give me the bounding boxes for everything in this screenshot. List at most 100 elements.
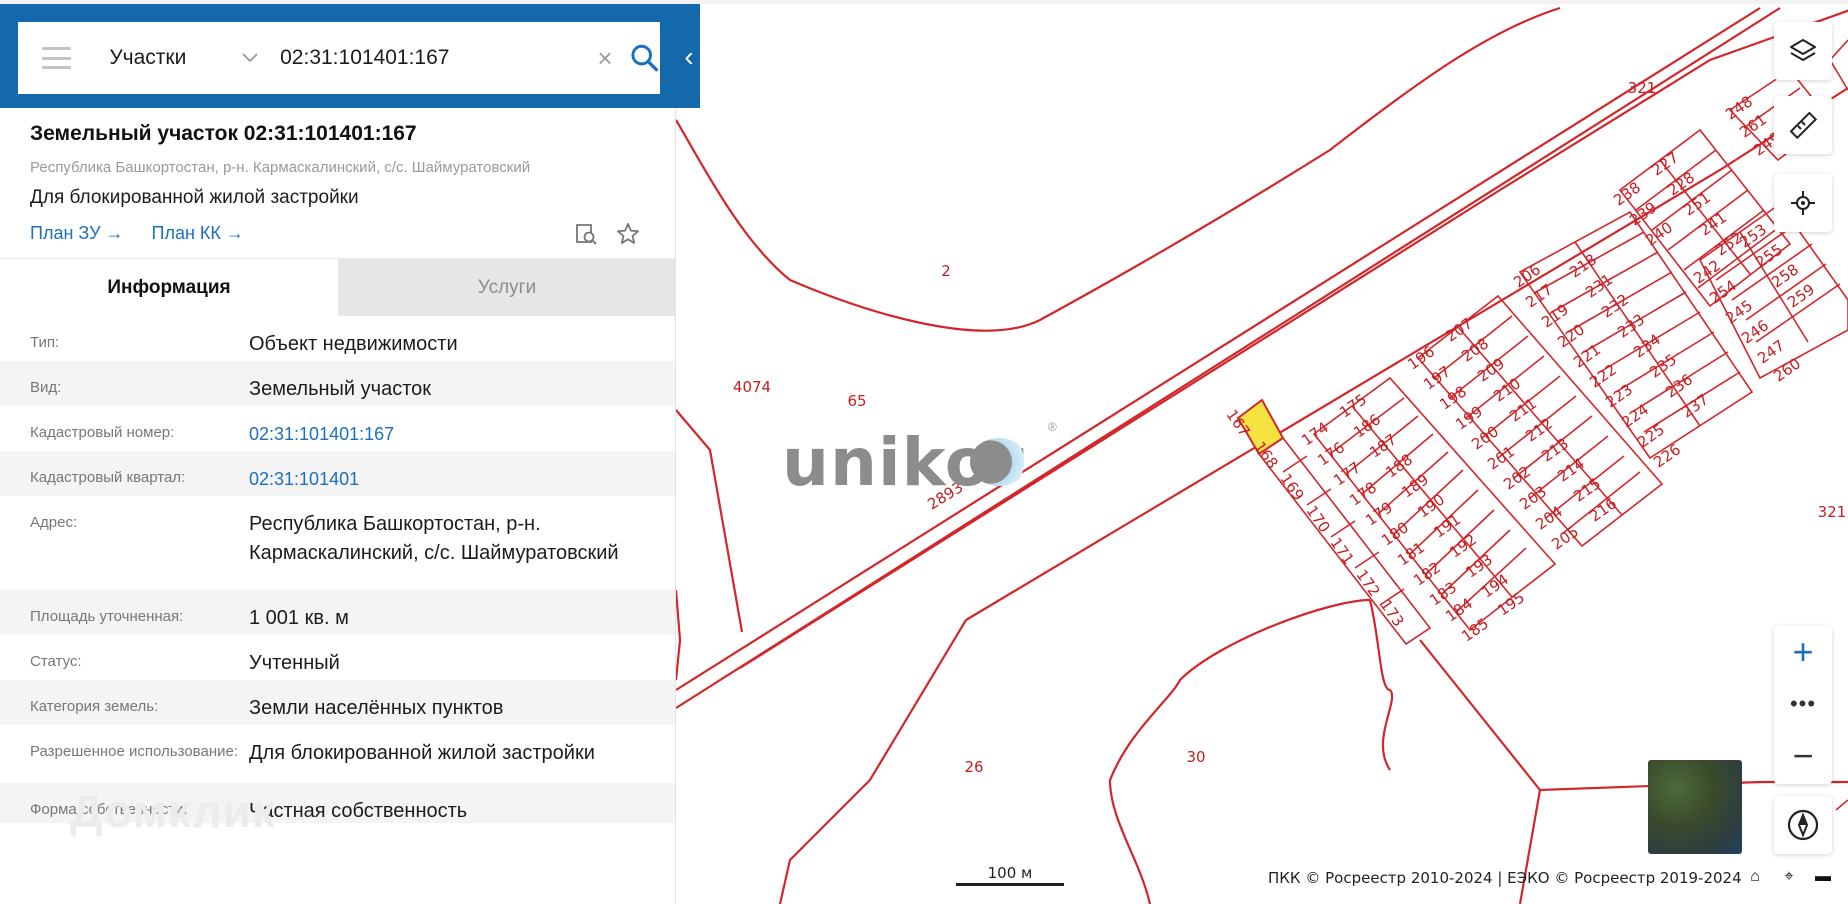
parcel-number-label: 65 <box>847 392 866 410</box>
zoom-out-button[interactable]: − <box>1774 730 1832 782</box>
parcel-number-label: 169 <box>1277 470 1308 504</box>
info-key: Вид: <box>30 379 62 396</box>
parcel-number-label: 170 <box>1303 502 1334 536</box>
info-value: Частная собственность <box>249 800 468 822</box>
road-boundary-3 <box>739 9 1848 669</box>
plan-kk-link[interactable]: План КК → <box>152 223 244 244</box>
info-row: Вид: Земельный участок <box>0 361 675 406</box>
search-block: Участки 02:31:101401:167 × <box>0 4 700 108</box>
info-value[interactable]: 02:31:101401:167 <box>249 406 646 449</box>
info-value: Республика Башкортостан, р-н. Кармаскали… <box>249 513 619 564</box>
parcel-number-label: 205 <box>1548 522 1582 553</box>
zoom-controls: + ••• − <box>1774 626 1832 784</box>
bottom-toolbar: ⌂ ⌖ ▬ <box>1744 868 1834 886</box>
info-key: Тип: <box>30 334 60 351</box>
parcel-number-label: 30 <box>1186 748 1205 766</box>
info-key: Кадастровый квартал: <box>30 469 186 486</box>
info-row: Кадастровый номер: 02:31:101401:167 <box>0 406 675 451</box>
info-value: Объект недвижимости <box>249 333 458 355</box>
road-boundary-4 <box>965 87 1848 621</box>
info-value: 1 001 кв. м <box>249 607 349 629</box>
info-row: Кадастровый квартал: 02:31:101401 <box>0 451 675 496</box>
parcel-header: Земельный участок 02:31:101401:167 Респу… <box>30 122 650 246</box>
info-value[interactable]: 02:31:101401 <box>249 451 646 494</box>
parcel-right-bottom <box>1835 799 1848 811</box>
more-button[interactable]: ••• <box>1774 678 1832 730</box>
info-row: Площадь уточненная: 1 001 кв. м <box>0 590 675 635</box>
parcel-number-label: 321 <box>1628 79 1657 97</box>
plan-zu-link[interactable]: План ЗУ → <box>30 223 124 244</box>
map-attribution: ПКК © Росреестр 2010-2024 | ЕЭКО © Росре… <box>1268 869 1742 887</box>
parcel-number-label: 2 <box>941 262 951 280</box>
compass-icon <box>1787 809 1819 841</box>
ruler-icon <box>1789 111 1818 140</box>
measure-button[interactable] <box>1774 96 1832 154</box>
app: 2 4074 65 2893 26 30 321 321 167 168 169 170 171 172 1… <box>0 0 1848 904</box>
layers-icon <box>1790 39 1816 61</box>
info-key: Разрешенное использование: <box>30 743 238 760</box>
parcel-left-edge <box>674 589 682 681</box>
crosshair-icon <box>1791 191 1815 215</box>
parcel-address: Республика Башкортостан, р-н. Кармаскали… <box>30 159 531 176</box>
info-row: Категория земель: Земли населённых пункто… <box>0 680 675 725</box>
favorite-star-icon[interactable] <box>616 222 640 246</box>
info-row: Статус: Учтенный <box>0 635 675 680</box>
tab-services[interactable]: Услуги <box>338 259 675 316</box>
fullscreen-icon[interactable]: ▬ <box>1812 868 1834 886</box>
zoom-in-button[interactable]: + <box>1774 626 1832 678</box>
preview-document-icon[interactable] <box>574 222 598 246</box>
parcel-right-edge <box>1829 39 1848 91</box>
parcel-number-label: 173 <box>1377 596 1408 630</box>
info-row: Разрешенное использование: Для блокирован… <box>0 725 675 783</box>
info-key: Категория земель: <box>30 698 159 715</box>
info-value: Земли населённых пунктов <box>249 697 504 719</box>
info-key: Адрес: <box>30 514 78 531</box>
search-icon[interactable] <box>629 42 660 74</box>
scale-bar <box>956 883 1064 886</box>
search-type-select[interactable]: Участки <box>109 46 226 70</box>
info-key: Кадастровый номер: <box>30 424 175 441</box>
home-icon[interactable]: ⌂ <box>1744 868 1766 886</box>
layers-button[interactable] <box>1774 22 1832 80</box>
parcel-4074-boundary <box>675 409 744 633</box>
info-value: Земельный участок <box>249 378 432 400</box>
close-icon[interactable]: × <box>593 45 616 71</box>
info-key: Площадь уточненная: <box>30 608 184 625</box>
info-key: Статус: <box>30 653 82 670</box>
compass-button[interactable] <box>1774 796 1832 854</box>
crosshair-small-icon[interactable]: ⌖ <box>1778 868 1800 886</box>
info-value: Для блокированной жилой застройки <box>249 742 595 764</box>
chevron-down-icon[interactable] <box>241 48 261 68</box>
info-tabs: Информация Услуги <box>0 258 675 316</box>
unikor-watermark-dot <box>970 438 1028 486</box>
parcel-number-label: 226 <box>1650 440 1684 471</box>
menu-icon[interactable] <box>42 47 72 69</box>
tab-info[interactable]: Информация <box>0 259 338 316</box>
parcel-number-label: 4074 <box>733 378 771 396</box>
parcel-number-label: 26 <box>964 758 983 776</box>
locate-button[interactable] <box>1774 174 1832 232</box>
info-value: Учтенный <box>249 652 340 674</box>
parcel-number-label: 240 <box>1642 218 1676 249</box>
parcel-title: Земельный участок 02:31:101401:167 <box>30 122 417 145</box>
info-row: Адрес: Республика Башкортостан, р-н. Карм… <box>0 496 675 590</box>
parcel-number-label: 321 <box>1818 503 1847 521</box>
parcel-30-right <box>1368 599 1394 771</box>
info-table: Тип: Объект недвижимости Вид: Земельный уча… <box>0 316 675 823</box>
parcel-number-label: 237 <box>1678 390 1712 421</box>
parcel-30-boundary <box>1108 598 1371 904</box>
parcel-number-label: 259 <box>1784 280 1818 311</box>
parcel-number-label: 171 <box>1327 534 1358 568</box>
header-actions <box>574 222 640 246</box>
unikor-registered-mark: ® <box>1048 420 1057 434</box>
parcel-2-boundary <box>675 6 1561 332</box>
parcel-purpose: Для блокированной жилой застройки <box>30 187 359 208</box>
collapse-panel-icon[interactable]: ‹ <box>678 38 700 76</box>
parcel-number-label: 185 <box>1458 614 1492 645</box>
scale-label: 100 м <box>987 864 1033 882</box>
info-row: Тип: Объект недвижимости <box>0 316 675 361</box>
satellite-minimap[interactable] <box>1648 760 1742 854</box>
search-input[interactable]: 02:31:101401:167 <box>280 46 573 70</box>
info-panel: Земельный участок 02:31:101401:167 Респу… <box>0 4 676 904</box>
plan-links: План ЗУ → План КК → <box>30 223 650 244</box>
